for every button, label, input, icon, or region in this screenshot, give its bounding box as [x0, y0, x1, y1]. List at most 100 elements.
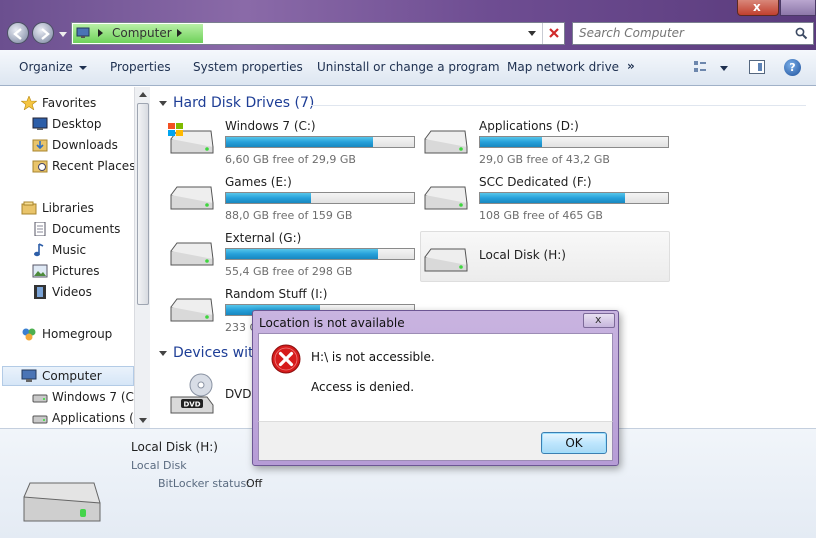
- nav-scrollbar-thumb[interactable]: [137, 103, 149, 305]
- dialog-close-button[interactable]: x: [583, 313, 615, 328]
- nav-item-videos[interactable]: Videos: [0, 282, 134, 302]
- arrow-right-icon: [41, 28, 50, 40]
- more-commands-button[interactable]: »: [627, 59, 635, 73]
- uninstall-program-button[interactable]: Uninstall or change a program: [317, 60, 500, 74]
- nav-label: Homegroup: [42, 327, 113, 341]
- nav-label: Libraries: [42, 201, 94, 215]
- organize-menu[interactable]: Organize: [19, 60, 87, 74]
- devices-header[interactable]: Devices with: [159, 345, 262, 361]
- nav-item-windows7-drive[interactable]: Windows 7 (C:): [0, 387, 143, 407]
- view-options-dropdown-icon[interactable]: [720, 66, 728, 71]
- star-icon: [21, 96, 37, 110]
- nav-item-homegroup[interactable]: Homegroup: [0, 324, 134, 344]
- drive-item-selected[interactable]: Local Disk (H:): [421, 231, 671, 281]
- address-history-dropdown-icon[interactable]: [528, 31, 536, 36]
- drive-usage-bar: [479, 136, 669, 148]
- error-message: H:\ is not accessible.: [311, 350, 435, 364]
- homegroup-icon: [22, 328, 36, 341]
- recent-pages-dropdown-icon[interactable]: [59, 30, 67, 38]
- navigation-pane: Favorites Desktop Downloads Recent Place…: [0, 87, 150, 428]
- drive-icon: [170, 298, 214, 322]
- group-divider: [311, 105, 806, 106]
- nav-label: Music: [52, 243, 87, 257]
- nav-item-libraries[interactable]: Libraries: [0, 198, 134, 218]
- drive-usage-bar: [225, 248, 415, 260]
- drive-free-space: 108 GB free of 465 GB: [479, 209, 603, 222]
- nav-item-downloads[interactable]: Downloads: [0, 135, 134, 155]
- nav-item-pictures[interactable]: Pictures: [0, 261, 134, 281]
- command-toolbar: Organize Properties System properties Un…: [0, 50, 816, 86]
- nav-label: Downloads: [52, 138, 118, 152]
- search-icon[interactable]: [795, 27, 808, 40]
- details-title: Local Disk (H:): [131, 440, 218, 454]
- forward-button[interactable]: [32, 22, 54, 44]
- arrow-left-icon: [13, 28, 22, 40]
- drive-item[interactable]: External (G:) 55,4 GB free of 298 GB: [167, 225, 417, 278]
- drive-free-space: 6,60 GB free of 29,9 GB: [225, 153, 356, 166]
- search-input[interactable]: [579, 26, 779, 40]
- breadcrumb-computer[interactable]: Computer: [112, 26, 172, 40]
- drive-item[interactable]: Windows 7 (C:) 6,60 GB free of 29,9 GB: [167, 113, 417, 166]
- nav-item-applications-drive[interactable]: Applications (D: [0, 408, 143, 428]
- drive-usage-fill: [226, 249, 379, 259]
- film-strip-icon: [34, 285, 46, 299]
- libraries-icon: [21, 201, 37, 215]
- dvd-badge: DVD: [183, 401, 200, 409]
- music-note-icon: [34, 243, 44, 257]
- drive-icon: [424, 130, 468, 154]
- scroll-down-icon[interactable]: [139, 418, 147, 423]
- help-icon[interactable]: ?: [784, 59, 801, 76]
- organize-label: Organize: [19, 60, 73, 74]
- nav-item-documents[interactable]: Documents: [0, 219, 134, 239]
- pictures-icon: [32, 264, 48, 278]
- ok-button[interactable]: OK: [541, 432, 607, 454]
- back-button[interactable]: [7, 22, 29, 44]
- drive-usage-fill: [226, 137, 373, 147]
- nav-item-recent-places[interactable]: Recent Places: [0, 156, 135, 176]
- preview-pane-icon[interactable]: [749, 60, 765, 74]
- downloads-folder-icon: [32, 139, 48, 152]
- stop-button[interactable]: [542, 23, 564, 44]
- drive-icon: [32, 394, 48, 403]
- nav-scrollbar[interactable]: [134, 87, 150, 428]
- drive-free-space: 29,0 GB free of 43,2 GB: [479, 153, 610, 166]
- error-dialog: Location is not available x H:\ is not a…: [252, 310, 619, 466]
- drive-item[interactable]: Applications (D:) 29,0 GB free of 43,2 G…: [421, 113, 671, 166]
- drive-name: Random Stuff (I:): [225, 287, 328, 301]
- nav-label: Windows 7 (C:): [52, 390, 143, 404]
- breadcrumb-arrow-icon[interactable]: [98, 29, 103, 37]
- drive-item[interactable]: SCC Dedicated (F:) 108 GB free of 465 GB: [421, 169, 671, 222]
- nav-item-music[interactable]: Music: [0, 240, 134, 260]
- drive-name: External (G:): [225, 231, 302, 245]
- breadcrumb-arrow-icon[interactable]: [177, 29, 182, 37]
- scroll-up-icon[interactable]: [139, 92, 147, 97]
- drive-name: Games (E:): [225, 175, 292, 189]
- desktop-icon: [32, 117, 48, 130]
- details-type: Local Disk: [131, 459, 187, 472]
- drive-name: Windows 7 (C:): [225, 119, 316, 133]
- drive-free-space: 55,4 GB free of 298 GB: [225, 265, 353, 278]
- change-view-icon[interactable]: [693, 60, 707, 74]
- nav-item-computer[interactable]: Computer: [0, 366, 134, 386]
- close-glyph: x: [753, 0, 761, 14]
- computer-icon: [76, 27, 90, 38]
- drive-free-space: 88,0 GB free of 159 GB: [225, 209, 353, 222]
- properties-button[interactable]: Properties: [110, 60, 171, 74]
- title-bar: x Computer: [0, 0, 816, 50]
- nav-label: Computer: [42, 369, 102, 383]
- window-maximize-button[interactable]: [780, 0, 816, 16]
- window-close-button[interactable]: x: [737, 0, 779, 16]
- system-properties-button[interactable]: System properties: [193, 60, 303, 74]
- recent-places-icon: [32, 160, 48, 173]
- drive-usage-fill: [480, 193, 625, 203]
- error-detail: Access is denied.: [311, 380, 415, 394]
- map-network-drive-button[interactable]: Map network drive: [507, 60, 619, 74]
- nav-item-desktop[interactable]: Desktop: [0, 114, 134, 134]
- hard-disk-drives-header[interactable]: Hard Disk Drives (7): [159, 95, 314, 111]
- address-bar[interactable]: Computer: [71, 22, 565, 45]
- nav-item-favorites[interactable]: Favorites: [0, 93, 134, 113]
- nav-label: Videos: [52, 285, 92, 299]
- drive-item[interactable]: Games (E:) 88,0 GB free of 159 GB: [167, 169, 417, 222]
- search-box[interactable]: [572, 22, 814, 45]
- collapse-arrow-icon: [159, 350, 167, 356]
